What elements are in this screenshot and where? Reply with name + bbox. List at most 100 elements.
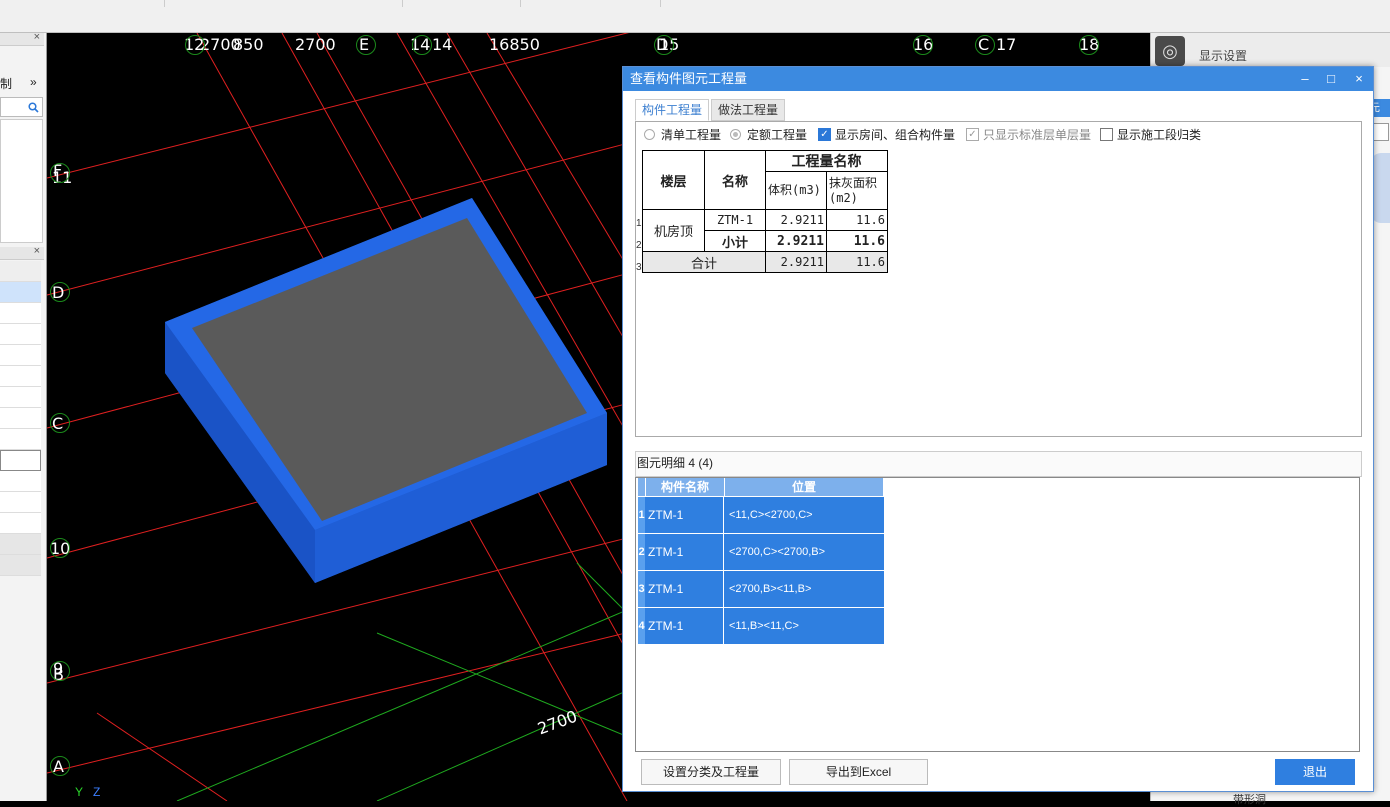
- axis-bubble: [1079, 35, 1099, 55]
- check-icon: ✓: [966, 128, 979, 141]
- checkbox-label: 显示房间、组合构件量: [835, 128, 956, 142]
- axis-bubble: [412, 35, 432, 55]
- right-panel-header: [1151, 33, 1390, 67]
- component-tree[interactable]: [0, 119, 43, 243]
- cell-plaster: 11.6: [826, 209, 888, 231]
- top-toolbar: [0, 0, 1390, 33]
- cell-total-label: 合计: [642, 251, 766, 273]
- checkbox-label: 显示施工段归类: [1117, 128, 1202, 142]
- export-excel-button[interactable]: 导出到Excel: [789, 759, 928, 785]
- close-icon[interactable]: ×: [34, 245, 40, 257]
- axis-bubble: [50, 756, 70, 776]
- row-position: <11,B><11,C>: [729, 620, 799, 632]
- minimize-button[interactable]: –: [1291, 67, 1319, 91]
- close-button[interactable]: ×: [1345, 67, 1373, 91]
- list-item[interactable]: [0, 303, 41, 324]
- radio-icon: [644, 129, 655, 140]
- table-row[interactable]: 1 ZTM-1 <11,C><2700,C>: [638, 496, 884, 533]
- quantity-panel: 清单工程量 定额工程量 ✓ 显示房间、组合构件量 ✓ 只显示标准层单层量 显示施…: [635, 121, 1362, 437]
- header-floor: 楼层: [642, 150, 705, 210]
- cell-subtotal-plaster: 11.6: [826, 230, 888, 252]
- list-item[interactable]: [0, 534, 41, 555]
- radio-dinge[interactable]: 定额工程量: [730, 126, 807, 143]
- detail-header-bar: [635, 451, 1362, 477]
- row-name: ZTM-1: [646, 608, 724, 644]
- row-index: 1: [638, 497, 645, 533]
- cell-name: ZTM-1: [704, 209, 766, 231]
- list-item[interactable]: [0, 408, 41, 429]
- table-row[interactable]: 3 ZTM-1 <2700,B><11,B>: [638, 570, 884, 607]
- axis-bubble: [50, 163, 70, 183]
- left-panel: × 制 » ×: [0, 31, 47, 801]
- list-item[interactable]: [0, 282, 41, 303]
- panel-label: 制: [0, 77, 13, 91]
- set-classification-button[interactable]: 设置分类及工程量: [641, 759, 781, 785]
- axis-bubble: [50, 538, 70, 558]
- detail-header-index: [638, 478, 646, 496]
- list-item[interactable]: [0, 471, 41, 492]
- cell-volume: 2.9211: [765, 209, 827, 231]
- expand-icon[interactable]: »: [30, 75, 37, 89]
- header-quantity-group: 工程量名称: [765, 150, 888, 172]
- row-position: <11,C><2700,C>: [729, 509, 813, 521]
- list-item[interactable]: [0, 387, 41, 408]
- list-item[interactable]: [0, 429, 41, 450]
- row-index: 4: [638, 608, 645, 644]
- checkbox-show-room[interactable]: ✓ 显示房间、组合构件量: [818, 126, 955, 143]
- row-name: ZTM-1: [646, 497, 724, 533]
- row-position: <2700,B><11,B>: [729, 583, 812, 595]
- exit-button[interactable]: 退出: [1275, 759, 1355, 785]
- list-item[interactable]: [0, 492, 41, 513]
- axis-label: 2700: [295, 35, 336, 54]
- table-row[interactable]: 2 ZTM-1 <2700,C><2700,B>: [638, 533, 884, 570]
- radio-qingdan[interactable]: 清单工程量: [644, 126, 721, 143]
- radio-icon: [730, 129, 741, 140]
- axis-bubble: [356, 35, 376, 55]
- row-name: ZTM-1: [646, 571, 724, 607]
- list-item[interactable]: [0, 261, 41, 282]
- row-index: 2: [638, 534, 645, 570]
- axis-bubble: [50, 282, 70, 302]
- right-list-item: 带形洞: [1233, 794, 1266, 806]
- tab-method-quantity[interactable]: 做法工程量: [711, 99, 786, 121]
- axis-label: 17: [996, 35, 1017, 54]
- detail-header-position: 位置: [725, 478, 884, 496]
- axis-label: 16850: [489, 35, 540, 54]
- tab-component-quantity[interactable]: 构件工程量: [635, 99, 710, 121]
- toolbar-segment: [521, 0, 661, 7]
- list-item[interactable]: [0, 513, 41, 534]
- checkbox-only-standard[interactable]: ✓ 只显示标准层单层量: [966, 126, 1091, 143]
- header-volume: 体积(m3): [765, 171, 827, 210]
- list-item[interactable]: [0, 450, 41, 471]
- view-orbit-icon[interactable]: ◎: [1155, 36, 1185, 66]
- left-panel-header: ×: [0, 245, 44, 260]
- detail-panel: 构件名称 位置 1 ZTM-1 <11,C><2700,C> 2 ZTM-1 <…: [635, 477, 1360, 752]
- list-item[interactable]: [0, 324, 41, 345]
- cell-floor: 机房顶: [642, 209, 705, 252]
- toolbar-segment: [0, 0, 165, 7]
- check-icon: [1100, 128, 1113, 141]
- search-input[interactable]: [0, 97, 43, 117]
- cell-total-plaster: 11.6: [826, 251, 888, 273]
- check-icon: ✓: [818, 128, 831, 141]
- table-row[interactable]: 4 ZTM-1 <11,B><11,C>: [638, 607, 884, 644]
- axis-bubble: [913, 35, 933, 55]
- list-item[interactable]: [0, 555, 41, 576]
- axis-bubble: [50, 413, 70, 433]
- cell-subtotal-label: 小计: [704, 230, 766, 252]
- toolbar-segment: [403, 0, 521, 7]
- row-index: 3: [638, 571, 645, 607]
- list-item[interactable]: [0, 366, 41, 387]
- left-panel-header: ×: [0, 31, 44, 46]
- close-icon[interactable]: ×: [34, 31, 40, 43]
- axis-bubble: [975, 35, 995, 55]
- quantity-table: 楼层 名称 工程量名称 体积(m3) 抹灰面积(m2) 机房顶 ZTM-1 2.…: [642, 150, 888, 273]
- maximize-button[interactable]: □: [1317, 67, 1345, 91]
- axis-bubble: [50, 661, 70, 681]
- checkbox-show-stage[interactable]: 显示施工段归类: [1100, 126, 1201, 143]
- list-item[interactable]: [0, 345, 41, 366]
- row-name: ZTM-1: [646, 534, 724, 570]
- axis-y-label: Y: [75, 785, 84, 799]
- radio-label: 清单工程量: [661, 128, 722, 142]
- axis-bubble: [185, 35, 205, 55]
